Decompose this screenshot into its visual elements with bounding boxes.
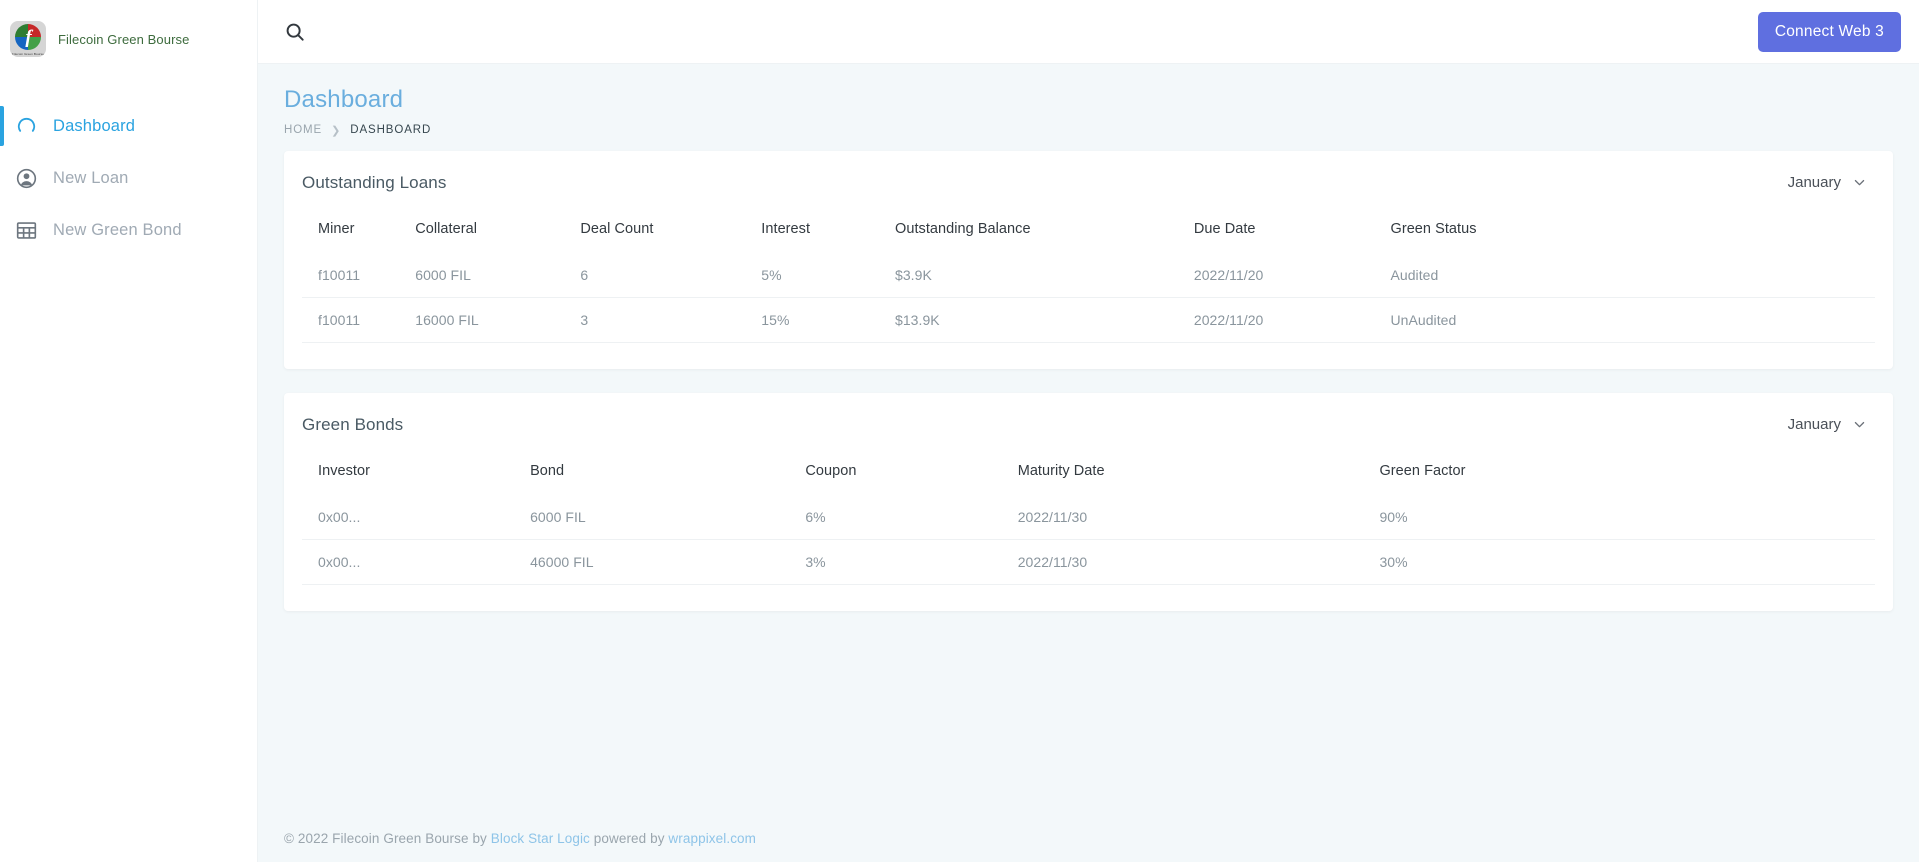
chevron-down-icon (1852, 175, 1867, 190)
outstanding-loans-table: Miner Collateral Deal Count Interest Out… (302, 211, 1875, 343)
logo-caption: Filecoin Green Bourse (12, 52, 44, 56)
logo-f-letter: f (25, 27, 32, 48)
footer-prefix: © 2022 Filecoin Green Bourse by (284, 831, 491, 846)
cell-bond: 6000 FIL (530, 508, 586, 525)
cell-due-date: 2022/11/20 (1193, 266, 1264, 283)
cell-interest: 5% (761, 266, 782, 283)
sidebar-item-dashboard[interactable]: Dashboard (0, 100, 257, 152)
topbar: Connect Web 3 (258, 0, 1919, 64)
table-head: Miner Collateral Deal Count Interest Out… (302, 211, 1875, 253)
loans-month-select[interactable]: January (1788, 174, 1871, 191)
card-header: Outstanding Loans January (302, 173, 1875, 193)
chevron-down-icon (1852, 417, 1867, 432)
sidebar-item-label: New Loan (53, 168, 129, 187)
column-header-maturity-date: Maturity Date (1017, 462, 1105, 479)
table-header-row: Investor Bond Coupon Maturity Date Green… (302, 453, 1875, 495)
loans-month-value: January (1787, 174, 1841, 192)
card-header: Green Bonds January (302, 415, 1875, 435)
breadcrumb: HOME ❯ DASHBOARD (284, 124, 1893, 137)
brand[interactable]: f Filecoin Green Bourse Filecoin Green B… (0, 0, 257, 78)
table-header-row: Miner Collateral Deal Count Interest Out… (302, 211, 1875, 253)
footer-link-block-star-logic[interactable]: Block Star Logic (491, 831, 590, 846)
grid-table-icon (14, 218, 38, 242)
table-row[interactable]: f10011 16000 FIL 3 15% $13.9K 2022/11/20… (302, 296, 1875, 343)
footer-middle: powered by (589, 831, 669, 846)
cell-interest: 15% (761, 296, 895, 343)
main-area: Connect Web 3 Dashboard HOME ❯ DASHBOARD… (258, 0, 1919, 862)
page-title: Dashboard (284, 86, 404, 113)
column-header-green-status: Green Status (1390, 220, 1477, 237)
sidebar-nav: Dashboard New Loan New Green Bond (0, 100, 257, 256)
green-bonds-table: Investor Bond Coupon Maturity Date Green… (302, 453, 1875, 585)
cell-investor: 0x00... (302, 538, 531, 585)
green-bonds-card: Green Bonds January Investor Bond Coupon… (284, 392, 1893, 611)
column-header-interest: Interest (761, 220, 811, 237)
column-header-due-date: Due Date (1193, 220, 1256, 237)
cell-green-status: UnAudited (1390, 296, 1875, 343)
filecoin-logo-icon: f Filecoin Green Bourse (10, 21, 46, 57)
bonds-month-value: January (1787, 416, 1841, 434)
outstanding-loans-card: Outstanding Loans January Miner Collater… (284, 150, 1893, 369)
footer-link-wrappixel[interactable]: wrappixel.com (668, 831, 756, 846)
table-body: f10011 6000 FIL 6 5% $3.9K 2022/11/20 Au… (302, 253, 1875, 343)
breadcrumb-separator-icon: ❯ (331, 124, 342, 137)
column-header-miner: Miner (318, 220, 355, 237)
page-header: Dashboard HOME ❯ DASHBOARD (284, 64, 1893, 151)
cell-investor: 0x00... (318, 508, 361, 525)
column-header-outstanding-balance: Outstanding Balance (895, 220, 1031, 237)
table-head: Investor Bond Coupon Maturity Date Green… (302, 453, 1875, 495)
brand-name: Filecoin Green Bourse (58, 31, 190, 47)
bonds-month-select[interactable]: January (1788, 416, 1871, 433)
sidebar: f Filecoin Green Bourse Filecoin Green B… (0, 0, 258, 862)
card-title: Outstanding Loans (302, 172, 447, 192)
search-icon[interactable] (282, 19, 308, 45)
sidebar-item-new-green-bond[interactable]: New Green Bond (0, 204, 257, 256)
app-root: f Filecoin Green Bourse Filecoin Green B… (0, 0, 1919, 862)
table-row[interactable]: 0x00... 6000 FIL 6% 2022/11/30 90% (302, 495, 1875, 540)
column-header-deal-count: Deal Count (580, 220, 654, 237)
cell-deal-count: 3 (580, 296, 762, 343)
cell-green-factor: 90% (1379, 508, 1408, 525)
sidebar-item-new-loan[interactable]: New Loan (0, 152, 257, 204)
column-header-coupon: Coupon (805, 462, 857, 479)
column-header-investor: Investor (318, 462, 370, 479)
page-footer: © 2022 Filecoin Green Bourse by Block St… (258, 813, 1919, 862)
connect-web3-button[interactable]: Connect Web 3 (1757, 11, 1901, 52)
speedometer-icon (14, 114, 38, 138)
cell-coupon: 6% (805, 508, 826, 525)
table-body: 0x00... 6000 FIL 6% 2022/11/30 90% 0x00.… (302, 495, 1875, 585)
table-row[interactable]: 0x00... 46000 FIL 3% 2022/11/30 30% (302, 538, 1875, 585)
breadcrumb-home[interactable]: HOME (284, 124, 322, 136)
column-header-bond: Bond (530, 462, 565, 479)
cell-deal-count: 6 (580, 266, 589, 283)
cell-collateral: 6000 FIL (415, 266, 471, 283)
cell-coupon: 3% (805, 538, 1018, 585)
cell-collateral: 16000 FIL (415, 296, 581, 343)
card-title: Green Bonds (302, 414, 404, 434)
column-header-green-factor: Green Factor (1379, 462, 1466, 479)
cell-maturity-date: 2022/11/30 (1017, 508, 1088, 525)
cell-bond: 46000 FIL (530, 538, 806, 585)
cell-maturity-date: 2022/11/30 (1017, 538, 1380, 585)
user-circle-icon (14, 166, 38, 190)
cell-due-date: 2022/11/20 (1193, 296, 1391, 343)
sidebar-item-label: Dashboard (53, 116, 136, 135)
cell-miner: f10011 (302, 296, 416, 343)
breadcrumb-current: DASHBOARD (350, 124, 432, 137)
column-header-collateral: Collateral (415, 220, 477, 237)
sidebar-item-label: New Green Bond (53, 220, 182, 239)
page-content: Dashboard HOME ❯ DASHBOARD Outstanding L… (258, 64, 1919, 813)
cell-green-status: Audited (1390, 266, 1439, 283)
cell-green-factor: 30% (1379, 538, 1875, 585)
cell-outstanding-balance: $3.9K (895, 266, 932, 283)
cell-outstanding-balance: $13.9K (895, 296, 1194, 343)
table-row[interactable]: f10011 6000 FIL 6 5% $3.9K 2022/11/20 Au… (302, 253, 1875, 298)
cell-miner: f10011 (318, 266, 361, 283)
